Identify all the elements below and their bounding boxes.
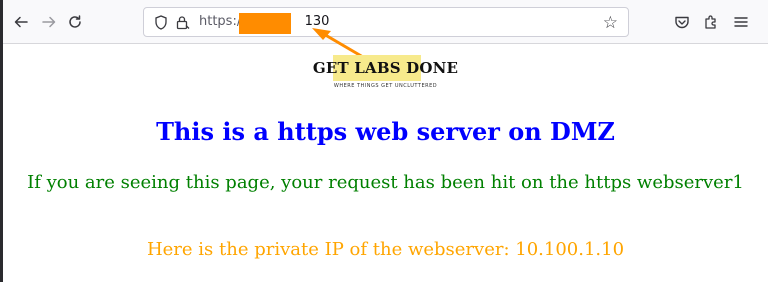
redaction-box [239,13,291,34]
browser-toolbar: https://130 ☆ [3,0,768,44]
forward-arrow-icon [42,16,56,28]
reload-button[interactable] [65,12,85,32]
site-security-lock-icon[interactable] [174,14,190,30]
back-button[interactable] [11,12,31,32]
page-heading: This is a https web server on DMZ [156,117,615,146]
pocket-button[interactable] [672,12,692,32]
extensions-button[interactable] [701,12,721,32]
forward-button[interactable] [39,12,59,32]
back-arrow-icon [14,16,28,28]
hamburger-menu-icon [734,17,748,27]
reload-icon [69,15,81,28]
address-bar[interactable]: https://130 ☆ [143,7,629,37]
url-host-suffix: 130 [304,14,330,29]
puzzle-piece-icon [705,15,716,29]
logo-tagline: WHERE THINGS GET UNCLUTTERED [333,83,438,89]
private-ip-line: Here is the private IP of the webserver:… [146,239,625,260]
logo-title: GET LABS DONE [311,55,460,81]
page-content: GET LABS DONE WHERE THINGS GET UNCLUTTER… [3,45,768,282]
request-message: If you are seeing this page, your reques… [27,172,744,193]
bookmark-star-icon[interactable]: ☆ [603,13,618,33]
tracking-protection-shield-icon[interactable] [153,14,169,30]
menu-button[interactable] [731,12,751,32]
site-logo[interactable]: GET LABS DONE WHERE THINGS GET UNCLUTTER… [3,55,768,89]
pocket-icon [675,16,689,29]
